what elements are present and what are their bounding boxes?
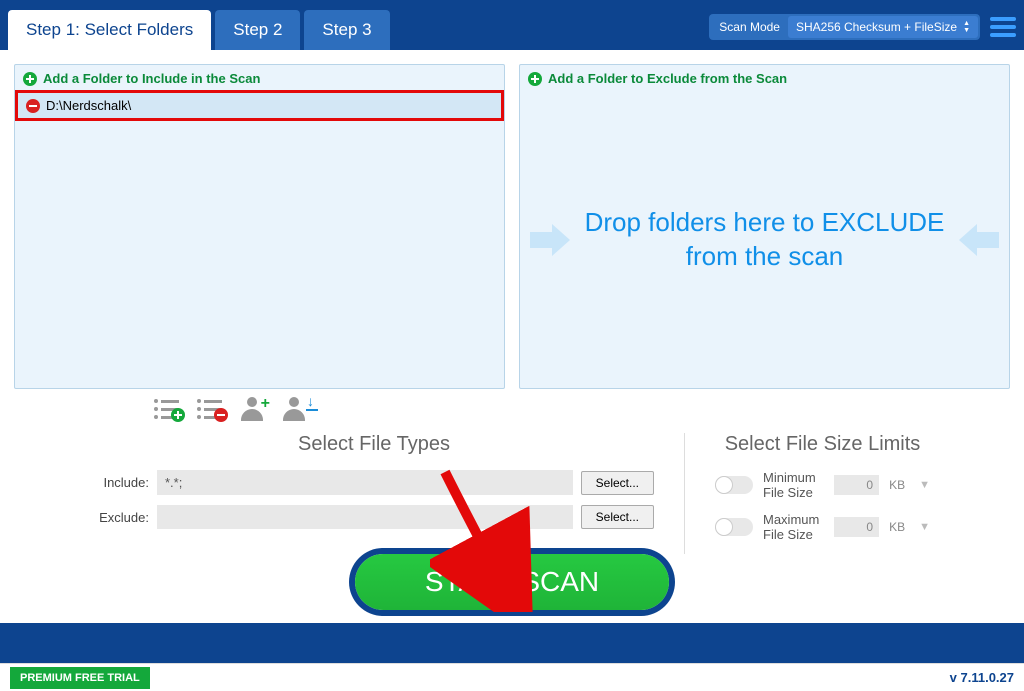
start-wrap: START SCAN	[14, 554, 1010, 610]
max-size-unit: KB	[889, 520, 909, 534]
exclude-types-input[interactable]	[157, 505, 573, 529]
exclude-header-text: Add a Folder to Exclude from the Scan	[548, 71, 787, 86]
plus-icon	[23, 72, 37, 86]
filter-row: Select File Types Include: *.*; Select..…	[14, 429, 1010, 554]
include-types-input[interactable]: *.*;	[157, 470, 573, 495]
annotation-highlight: D:\Nerdschalk\	[15, 90, 504, 121]
plus-icon	[528, 72, 542, 86]
max-size-value[interactable]: 0	[834, 517, 879, 537]
footer-bar	[0, 623, 1024, 663]
min-size-unit: KB	[889, 478, 909, 492]
add-exclude-folder[interactable]: Add a Folder to Exclude from the Scan	[520, 65, 1009, 92]
top-right: Scan Mode SHA256 Checksum + FileSize ▲▼	[709, 14, 1016, 50]
scan-mode: Scan Mode SHA256 Checksum + FileSize ▲▼	[709, 14, 980, 40]
max-size-toggle[interactable]	[715, 518, 753, 536]
min-size-label: Minimum File Size	[763, 470, 824, 500]
status-bar: PREMIUM FREE TRIAL v 7.11.0.27	[0, 663, 1024, 691]
scan-mode-value: SHA256 Checksum + FileSize	[796, 20, 957, 34]
main: Add a Folder to Include in the Scan D:\N…	[0, 50, 1024, 653]
include-label: Include:	[94, 475, 149, 490]
min-size-value[interactable]: 0	[834, 475, 879, 495]
include-select-button[interactable]: Select...	[581, 471, 654, 495]
include-panel: Add a Folder to Include in the Scan D:\N…	[14, 64, 505, 389]
exclude-label: Exclude:	[94, 510, 149, 525]
tabs: Step 1: Select Folders Step 2 Step 3	[8, 10, 390, 50]
size-limits: Select File Size Limits Minimum File Siz…	[684, 433, 930, 554]
exclude-select-button[interactable]: Select...	[581, 505, 654, 529]
start-scan-button[interactable]: START SCAN	[355, 554, 669, 610]
max-size-label: Maximum File Size	[763, 512, 824, 542]
exclude-drop-zone[interactable]: Drop folders here to EXCLUDE from the sc…	[520, 92, 1009, 388]
tab-step3[interactable]: Step 3	[304, 10, 389, 50]
menu-icon[interactable]	[990, 17, 1016, 37]
updown-icon: ▲▼	[963, 20, 970, 34]
file-types-title: Select File Types	[94, 433, 654, 456]
scan-mode-label: Scan Mode	[711, 16, 788, 38]
arrow-right-icon	[530, 224, 570, 256]
folder-row[interactable]: D:\Nerdschalk\	[18, 93, 501, 118]
user-add-icon[interactable]: +	[240, 397, 264, 421]
tab-step2[interactable]: Step 2	[215, 10, 300, 50]
toolbar: + ↓	[14, 389, 1010, 429]
dropdown-icon[interactable]: ▼	[919, 521, 930, 533]
add-include-folder[interactable]: Add a Folder to Include in the Scan	[15, 65, 504, 92]
list-add-icon[interactable]	[154, 399, 179, 419]
remove-icon[interactable]	[26, 99, 40, 113]
size-limits-title: Select File Size Limits	[715, 433, 930, 456]
exclude-panel: Add a Folder to Exclude from the Scan Dr…	[519, 64, 1010, 389]
file-types: Select File Types Include: *.*; Select..…	[94, 433, 654, 554]
top-bar: Step 1: Select Folders Step 2 Step 3 Sca…	[0, 0, 1024, 50]
min-size-toggle[interactable]	[715, 476, 753, 494]
scan-mode-select[interactable]: SHA256 Checksum + FileSize ▲▼	[788, 16, 978, 38]
include-header-text: Add a Folder to Include in the Scan	[43, 71, 260, 86]
folder-path: D:\Nerdschalk\	[46, 98, 131, 113]
user-import-icon[interactable]: ↓	[282, 397, 306, 421]
premium-trial-button[interactable]: PREMIUM FREE TRIAL	[10, 667, 150, 689]
arrow-left-icon	[959, 224, 999, 256]
panels: Add a Folder to Include in the Scan D:\N…	[14, 64, 1010, 389]
dropdown-icon[interactable]: ▼	[919, 479, 930, 491]
list-remove-icon[interactable]	[197, 399, 222, 419]
tab-step1[interactable]: Step 1: Select Folders	[8, 10, 211, 50]
drop-text: Drop folders here to EXCLUDE from the sc…	[582, 206, 947, 274]
version-label: v 7.11.0.27	[950, 670, 1014, 685]
